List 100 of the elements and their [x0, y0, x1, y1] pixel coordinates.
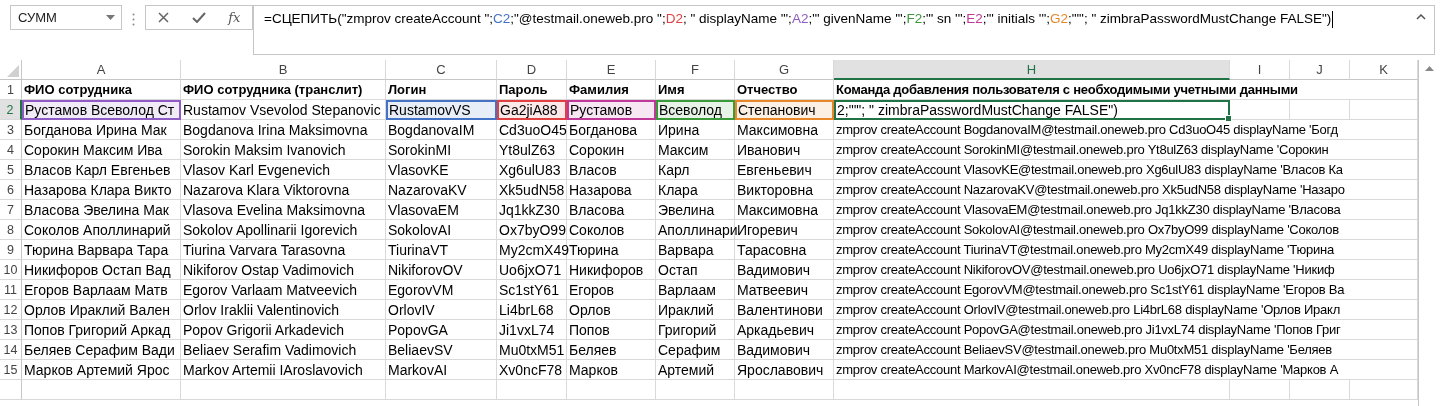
- row-header[interactable]: 12: [0, 300, 22, 320]
- table-cell: Богданова Ирина Мак: [22, 120, 181, 140]
- column-title: Фамилия: [567, 80, 656, 100]
- table-cell: zmprov createAccount SorokinMI@testmail.oneweb.pro Yt8ulZ63 displayName 'Сорокин: [834, 140, 1418, 160]
- table-cell: Сорокин: [567, 140, 656, 160]
- formula-text: G2: [1050, 11, 1068, 26]
- row-header[interactable]: 1: [0, 80, 22, 100]
- table-cell: Xg6ulU83: [497, 160, 567, 180]
- table-cell: Тюрина: [567, 240, 656, 260]
- table-cell: Ярославович: [735, 360, 834, 380]
- dropdown-caret-icon[interactable]: [106, 15, 115, 20]
- row-header[interactable]: 13: [0, 320, 22, 340]
- table-cell: Власова: [567, 200, 656, 220]
- row-header[interactable]: 4: [0, 140, 22, 160]
- scroll-up-icon[interactable]: [1425, 66, 1434, 71]
- table-cell: zmprov createAccount TiurinaVT@testmail.oneweb.pro My2cmX49 displayName 'Тюрина: [834, 240, 1418, 260]
- table-cell: Xk5udN58: [497, 180, 567, 200]
- formula-text: ;"@testmail.oneweb.pro ";: [510, 11, 666, 26]
- table-cell: Григорий: [656, 320, 735, 340]
- table-cell: VlasovaEM: [386, 200, 497, 220]
- row-header[interactable]: 3: [0, 120, 22, 140]
- column-header[interactable]: C: [386, 60, 497, 80]
- empty-cell: [1230, 380, 1290, 400]
- empty-cell: [1230, 100, 1290, 120]
- table-cell: zmprov createAccount VlasovKE@testmail.oneweb.pro Xg6ulU83 displayName 'Власов Ка: [834, 160, 1418, 180]
- column-header[interactable]: H: [834, 60, 1230, 80]
- column-header[interactable]: F: [656, 60, 735, 80]
- table-cell: Беляев: [567, 340, 656, 360]
- text-cursor: [1332, 11, 1334, 28]
- table-cell: zmprov createAccount OrlovIV@testmail.oneweb.pro Li4brL68 displayName 'Орлов Иракл: [834, 300, 1418, 320]
- drag-handle-icon[interactable]: [132, 13, 135, 26]
- referenced-cell: Рустамов Всеволод Ст: [22, 100, 181, 120]
- table-cell: Cd3uoO45: [497, 120, 567, 140]
- formula-text: D2: [665, 11, 683, 26]
- column-header[interactable]: A: [22, 60, 181, 80]
- table-cell: Bogdanova Irina Maksimovna: [181, 120, 386, 140]
- formula-text: ;"' sn '";: [922, 11, 967, 26]
- formula-text: F2: [906, 11, 923, 26]
- table-cell: Yt8ulZ63: [497, 140, 567, 160]
- table-cell: NazarovaKV: [386, 180, 497, 200]
- table-cell: SokolovAI: [386, 220, 497, 240]
- active-cell[interactable]: 2;"'"; " zimbraPasswordMustChange FALSE"): [834, 100, 1230, 120]
- table-cell: Никифоров Остап Вад: [22, 260, 181, 280]
- column-header[interactable]: K: [1350, 60, 1418, 80]
- row-header[interactable]: 6: [0, 180, 22, 200]
- row-header[interactable]: 9: [0, 240, 22, 260]
- collapse-icon[interactable]: [1416, 14, 1426, 20]
- referenced-cell: Рустамов: [567, 100, 656, 120]
- table-cell: zmprov createAccount NazarovaKV@testmail.oneweb.pro Xk5udN58 displayName 'Назаро: [834, 180, 1418, 200]
- row-header[interactable]: 11: [0, 280, 22, 300]
- table-cell: Uo6jxO71: [497, 260, 567, 280]
- column-title: Имя: [656, 80, 735, 100]
- column-title: Отчество: [735, 80, 834, 100]
- check-icon: [192, 12, 206, 23]
- row-header[interactable]: 2: [0, 100, 22, 120]
- column-header[interactable]: G: [735, 60, 834, 80]
- table-cell: Викторовна: [735, 180, 834, 200]
- row-header[interactable]: 14: [0, 340, 22, 360]
- column-header[interactable]: I: [1230, 60, 1290, 80]
- table-cell: Тюрина Варвара Тара: [22, 240, 181, 260]
- table-cell: Попов Григорий Аркад: [22, 320, 181, 340]
- row-header[interactable]: 5: [0, 160, 22, 180]
- fill-handle[interactable]: [1225, 115, 1232, 122]
- column-header[interactable]: J: [1290, 60, 1350, 80]
- row-header[interactable]: 15: [0, 360, 22, 380]
- table-cell: Максим: [656, 140, 735, 160]
- formula-text: ; " displayName '";: [682, 11, 792, 26]
- table-cell: zmprov createAccount PopovGA@testmail.oneweb.pro Ji1vxL74 displayName 'Попов Григ: [834, 320, 1418, 340]
- column-title: Пароль: [497, 80, 567, 100]
- table-cell: Варлаам: [656, 280, 735, 300]
- table-cell: VlasovKE: [386, 160, 497, 180]
- table-cell: Xv0ncF78: [497, 360, 567, 380]
- table-cell: zmprov createAccount NikiforovOV@testmail.oneweb.pro Uo6jxO71 displayName 'Никиф: [834, 260, 1418, 280]
- row-header[interactable]: 7: [0, 200, 22, 220]
- table-cell: Nikiforov Ostap Vadimovich: [181, 260, 386, 280]
- referenced-cell: Ga2jiA88: [497, 100, 567, 120]
- table-cell: zmprov createAccount BeliaevSV@testmail.oneweb.pro Mu0txM51 displayName 'Беляев: [834, 340, 1418, 360]
- column-header[interactable]: B: [181, 60, 386, 80]
- formula-text: ;"' givenName '";: [808, 11, 907, 26]
- row-header[interactable]: 8: [0, 220, 22, 240]
- column-header[interactable]: E: [567, 60, 656, 80]
- table-cell: OrlovIV: [386, 300, 497, 320]
- column-header[interactable]: D: [497, 60, 567, 80]
- table-cell: Егоров Варлаам Матв: [22, 280, 181, 300]
- table-cell: Ji1vxL74: [497, 320, 567, 340]
- table-cell: NikiforovOV: [386, 260, 497, 280]
- table-cell: Rustamov Vsevolod Stepanovic: [181, 100, 386, 120]
- table-cell: Соколов: [567, 220, 656, 240]
- formula-text: ;"'"; " zimbraPasswordMustChange FALSE"): [1068, 11, 1332, 26]
- name-box[interactable]: СУММ: [10, 5, 122, 30]
- table-cell: SorokinMI: [386, 140, 497, 160]
- table-cell: Ox7byO99: [497, 220, 567, 240]
- table-cell: Соколов Аполлинарий: [22, 220, 181, 240]
- formula-field[interactable]: =СЦЕПИТЬ("zmprov createAccount ";C2;"@testmail.oneweb.pro ";D2; " displayName '";A2;"' givenName '";F2;"' sn '";E2;"' initials '";G2;"'"; " zimbraPasswordMustChange FALSE"): [253, 5, 1435, 55]
- table-cell: Орлов: [567, 300, 656, 320]
- table-cell: Клара: [656, 180, 735, 200]
- empty-cell: [1290, 100, 1350, 120]
- table-cell: Артемий: [656, 360, 735, 380]
- row-header[interactable]: 10: [0, 260, 22, 280]
- table-cell: TiurinaVT: [386, 240, 497, 260]
